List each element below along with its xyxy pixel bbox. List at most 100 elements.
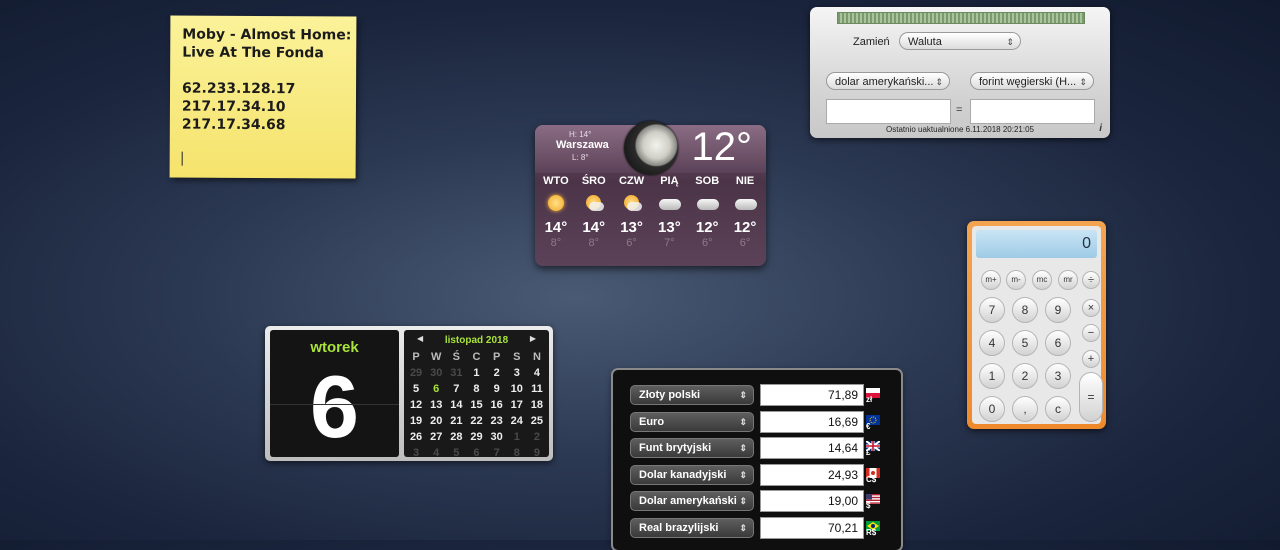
calendar-day: 6 bbox=[473, 447, 480, 459]
pl-flag-icon bbox=[866, 385, 880, 398]
weather-forecast: WTO 14° 8° ŚRO 14° 8° CZW 13° 6° PIĄ 13° 7° SOB 12° 6°… bbox=[535, 175, 766, 249]
weather-widget[interactable]: H: 14° Warszawa L: 8° 12° WTO 14° 8° ŚRO 14°… bbox=[535, 121, 766, 266]
to-currency-select[interactable]: forint węgierski (H... ⇕ bbox=[970, 72, 1094, 90]
clear-button[interactable]: c bbox=[1045, 396, 1071, 422]
gb-flag-icon bbox=[865, 438, 881, 453]
forecast-day-name: ŚRO bbox=[581, 175, 606, 187]
calendar-day: 24 bbox=[510, 415, 523, 427]
currency-row: Euro ⇕ 16,69 € bbox=[630, 410, 880, 433]
weather-current-temp: 12° bbox=[691, 125, 753, 169]
calendar-widget[interactable]: wtorek 6 ◀ listopad 2018 ▶ P W Ś C P S N 29 30 31… bbox=[265, 326, 553, 461]
calendar-day: 27 bbox=[430, 431, 443, 443]
equals-button[interactable]: = bbox=[1079, 372, 1103, 422]
calendar-day: 15 bbox=[470, 399, 483, 411]
calendar-day: 7 bbox=[493, 447, 500, 459]
currency-value-input[interactable]: 14,64 bbox=[760, 437, 864, 460]
forecast-high: 12° bbox=[695, 219, 719, 236]
currency-list-widget[interactable]: Złoty polski ⇕ 71,89 zł Euro ⇕ 16,69 € Funt bryt… bbox=[613, 370, 901, 550]
digit-3-button[interactable]: 3 bbox=[1045, 363, 1071, 389]
calendar-day: 8 bbox=[473, 383, 480, 395]
currency-value-input[interactable]: 19,00 bbox=[760, 490, 864, 513]
day-panel[interactable]: wtorek 6 bbox=[270, 330, 399, 457]
from-currency-select[interactable]: dolar amerykański... ⇕ bbox=[826, 72, 950, 90]
digit-9-button[interactable]: 9 bbox=[1045, 297, 1071, 323]
convert-label: Zamień bbox=[853, 36, 890, 48]
divide-button[interactable]: ÷ bbox=[1082, 271, 1100, 289]
us-flag-icon bbox=[866, 491, 880, 505]
calendar-day: 11 bbox=[531, 383, 543, 395]
sticky-note-text[interactable]: Moby - Almost Home: Live At The Fonda 62… bbox=[182, 26, 352, 135]
updown-arrows-icon: ⇕ bbox=[739, 416, 747, 427]
digit-1-button[interactable]: 1 bbox=[979, 363, 1005, 389]
month-panel: ◀ listopad 2018 ▶ P W Ś C P S N 29 30 31 1 2 3 4 5 6 7 8 9… bbox=[404, 330, 549, 459]
currency-select[interactable]: Dolar kanadyjski ⇕ bbox=[630, 464, 754, 485]
digit-7-button[interactable]: 7 bbox=[979, 297, 1005, 323]
calendar-day: 20 bbox=[430, 415, 443, 427]
calendar-day: 26 bbox=[409, 431, 423, 443]
memory-recall-button[interactable]: mr bbox=[1058, 270, 1078, 290]
currency-row: Real brazylijski ⇕ 70,21 R$ bbox=[630, 517, 880, 539]
forecast-day-name: CZW bbox=[619, 175, 645, 187]
digit-4-button[interactable]: 4 bbox=[979, 330, 1005, 356]
digit-2-button[interactable]: 2 bbox=[1012, 363, 1038, 389]
from-amount-input[interactable] bbox=[826, 99, 951, 124]
weekday-header: Ś bbox=[452, 351, 461, 363]
to-amount-input[interactable] bbox=[970, 99, 1095, 124]
partly-sunny-icon bbox=[584, 195, 604, 213]
currency-symbol: zł bbox=[866, 395, 873, 404]
currency-symbol: € bbox=[866, 421, 871, 431]
forecast-day-name: WTO bbox=[543, 175, 569, 187]
memory-subtract-button[interactable]: m- bbox=[1006, 270, 1026, 290]
add-button[interactable]: + bbox=[1082, 350, 1100, 368]
forecast-low: 8° bbox=[588, 237, 599, 249]
calendar-day: 9 bbox=[493, 383, 500, 395]
currency-name: Dolar amerykański bbox=[639, 495, 737, 508]
currency-select[interactable]: Funt brytyjski ⇕ bbox=[630, 438, 754, 459]
calendar-day: 22 bbox=[470, 415, 483, 427]
digit-0-button[interactable]: 0 bbox=[979, 396, 1005, 422]
currency-row: Funt brytyjski ⇕ 14,64 £ bbox=[630, 437, 881, 460]
memory-add-button[interactable]: m+ bbox=[981, 270, 1001, 290]
forecast-high: 13° bbox=[620, 219, 643, 236]
currency-converter-widget[interactable]: Zamień Waluta ⇕ dolar amerykański... ⇕ f… bbox=[810, 7, 1110, 138]
currency-name: Euro bbox=[639, 415, 665, 428]
calendar-day: 3 bbox=[513, 367, 520, 379]
to-currency-value: forint węgierski (H... bbox=[979, 76, 1077, 88]
weekday-header: P bbox=[412, 351, 420, 363]
calendar-day: 12 bbox=[409, 399, 423, 411]
calendar-day: 29 bbox=[409, 367, 423, 379]
updown-arrows-icon: ⇕ bbox=[739, 496, 747, 507]
currency-value-input[interactable]: 16,69 bbox=[760, 410, 864, 433]
sticky-note-widget[interactable]: Moby - Almost Home: Live At The Fonda 62… bbox=[169, 15, 357, 179]
calendar-day: 2 bbox=[493, 367, 500, 379]
calendar-day: 19 bbox=[409, 415, 423, 427]
memory-clear-button[interactable]: mc bbox=[1032, 270, 1052, 290]
currency-select[interactable]: Real brazylijski ⇕ bbox=[630, 518, 754, 538]
forecast-low: 6° bbox=[701, 237, 713, 249]
digit-6-button[interactable]: 6 bbox=[1045, 330, 1071, 356]
category-select[interactable]: Waluta ⇕ bbox=[899, 32, 1021, 50]
calendar-day: 30 bbox=[490, 431, 503, 443]
currency-value-input[interactable]: 71,89 bbox=[760, 384, 864, 406]
forecast-day: NIE 12° 6° bbox=[727, 175, 763, 249]
multiply-button[interactable]: × bbox=[1082, 299, 1100, 317]
currency-select[interactable]: Złoty polski ⇕ bbox=[630, 385, 754, 405]
currency-value-input[interactable]: 70,21 bbox=[760, 517, 864, 539]
digit-5-button[interactable]: 5 bbox=[1012, 330, 1038, 356]
partly-sunny-icon bbox=[622, 195, 642, 213]
digit-8-button[interactable]: 8 bbox=[1012, 297, 1038, 323]
currency-value-input[interactable]: 24,93 bbox=[760, 463, 864, 486]
calendar-day: 5 bbox=[413, 383, 420, 395]
decimal-button[interactable]: , bbox=[1012, 396, 1038, 422]
info-icon[interactable]: i bbox=[1099, 123, 1102, 134]
calendar-day: 4 bbox=[533, 367, 540, 379]
updown-arrows-icon: ⇕ bbox=[1079, 77, 1087, 87]
currency-select[interactable]: Dolar amerykański ⇕ bbox=[630, 491, 754, 512]
calendar-day: 10 bbox=[510, 383, 523, 395]
subtract-button[interactable]: − bbox=[1082, 324, 1100, 342]
currency-symbol: £ bbox=[866, 448, 871, 458]
calculator-widget[interactable]: 0 m+ m- mc mr ÷ 7 8 9 × 4 5 6 − + 1 2 3 … bbox=[967, 221, 1106, 429]
calculator-face: 0 m+ m- mc mr ÷ 7 8 9 × 4 5 6 − + 1 2 3 … bbox=[972, 226, 1103, 424]
next-month-icon[interactable]: ▶ bbox=[530, 334, 536, 343]
currency-select[interactable]: Euro ⇕ bbox=[630, 411, 754, 432]
